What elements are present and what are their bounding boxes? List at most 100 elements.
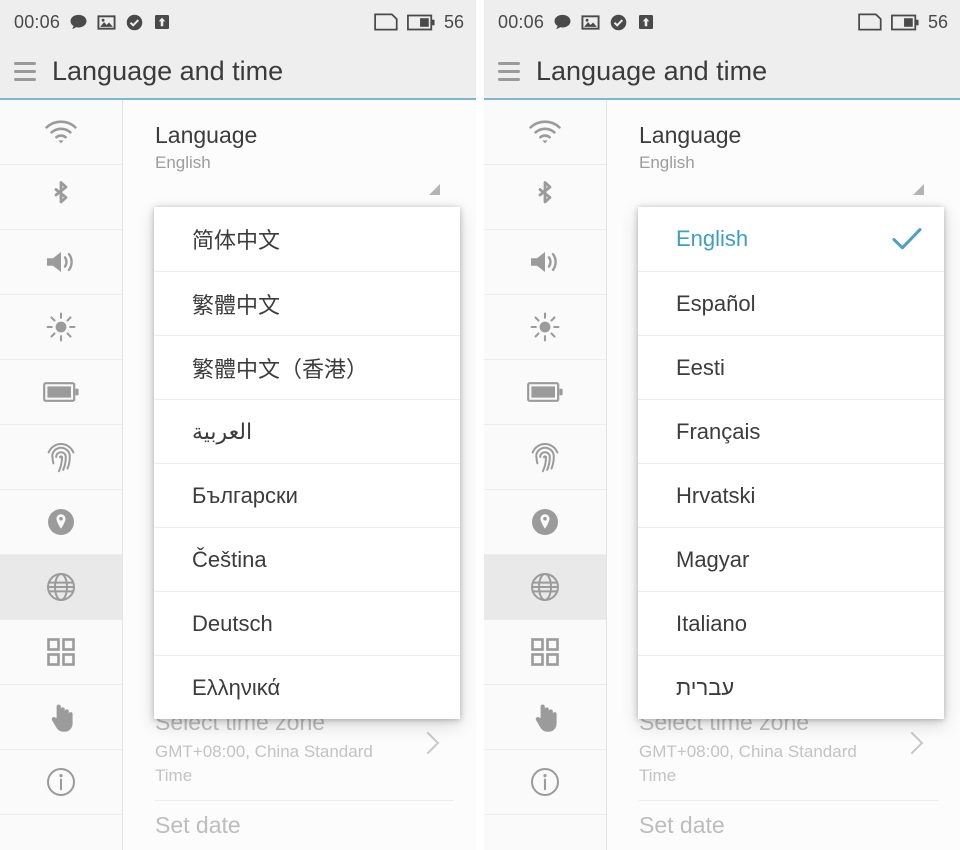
volume-icon <box>44 248 78 276</box>
phone-screen-left: 00:06 56 Language and time Language Engl… <box>0 0 476 850</box>
sidebar-item-about[interactable] <box>484 750 606 815</box>
brightness-icon <box>529 311 561 343</box>
location-pin-icon <box>46 507 76 537</box>
language-option[interactable]: Español <box>638 271 944 335</box>
timezone-value: GMT+08:00, China Standard Time <box>639 742 857 785</box>
panel-divider <box>476 0 480 850</box>
sidebar-item-language[interactable] <box>484 555 606 620</box>
sidebar-item-about[interactable] <box>0 750 122 815</box>
sidebar-item-battery[interactable] <box>484 360 606 425</box>
language-option-label: Magyar <box>676 546 750 572</box>
photo-icon <box>581 13 600 32</box>
language-dropdown-menu[interactable]: 简体中文繁體中文繁體中文（香港） العربية Български Čeština D… <box>154 207 460 719</box>
divider <box>639 800 938 801</box>
language-option[interactable]: Čeština <box>154 527 460 591</box>
language-label: Language <box>639 122 742 148</box>
language-option-label: Ελληνικά <box>192 674 281 700</box>
brightness-icon <box>45 311 77 343</box>
language-option[interactable]: 繁體中文 <box>154 271 460 335</box>
sidebar-item-fingerprint[interactable] <box>0 425 122 490</box>
sidebar-item-sound[interactable] <box>0 230 122 295</box>
language-setting-row[interactable]: Language English <box>155 100 476 195</box>
language-option-label: العربية <box>192 418 253 444</box>
timezone-setting-row[interactable]: Select time zone GMT+08:00, China Standa… <box>639 709 960 788</box>
language-option[interactable]: Eesti <box>638 335 944 399</box>
sidebar-item-sound[interactable] <box>484 230 606 295</box>
sidebar-item-bluetooth[interactable] <box>0 165 122 230</box>
divider <box>155 800 454 801</box>
language-option-label: Italiano <box>676 610 747 636</box>
language-option-label: English <box>676 226 749 251</box>
battery-icon <box>407 14 435 31</box>
hand-touch-icon <box>530 701 560 733</box>
status-bar: 00:06 56 <box>0 0 476 44</box>
sidebar-item-display[interactable] <box>0 295 122 360</box>
settings-icon-rail <box>0 100 123 850</box>
language-option[interactable]: Ελληνικά <box>154 655 460 719</box>
phone-screen-right: 00:06 56 Language and time Language Engl… <box>484 0 960 850</box>
language-option[interactable]: Magyar <box>638 527 944 591</box>
sidebar-item-location[interactable] <box>0 490 122 555</box>
sidebar-item-wifi[interactable] <box>0 100 122 165</box>
dropdown-triangle-icon[interactable] <box>913 184 924 195</box>
language-option[interactable]: Italiano <box>638 591 944 655</box>
sidebar-item-battery[interactable] <box>0 360 122 425</box>
fingerprint-icon <box>529 440 561 474</box>
date-setting-row[interactable]: Set date <box>155 812 476 839</box>
language-option[interactable]: Български <box>154 463 460 527</box>
hamburger-icon[interactable] <box>14 61 36 81</box>
sidebar-item-display[interactable] <box>484 295 606 360</box>
battery-icon <box>527 381 563 403</box>
sidebar-item-apps[interactable] <box>484 620 606 685</box>
language-option-label: 简体中文 <box>192 228 281 253</box>
battery-percent: 56 <box>927 11 948 32</box>
language-option[interactable]: 繁體中文（香港） <box>154 335 460 399</box>
language-option[interactable]: Deutsch <box>154 591 460 655</box>
apps-grid-icon <box>530 637 560 667</box>
language-option[interactable]: Français <box>638 399 944 463</box>
globe-icon <box>45 571 77 603</box>
photo-icon <box>97 13 116 32</box>
language-dropdown-menu[interactable]: English Español Eesti Français Hrvatski Magya… <box>638 207 944 719</box>
checkmark-icon <box>892 227 922 251</box>
dropdown-triangle-icon[interactable] <box>429 184 440 195</box>
date-setting-row[interactable]: Set date <box>639 812 960 839</box>
language-option-label: Čeština <box>192 546 267 572</box>
app-header: Language and time <box>484 44 960 98</box>
status-bar-left: 00:06 <box>498 12 655 33</box>
language-option-label: 繁體中文（香港） <box>192 356 369 382</box>
wifi-icon <box>528 119 562 145</box>
sidebar-item-fingerprint[interactable] <box>484 425 606 490</box>
language-option[interactable]: English <box>638 207 944 271</box>
language-option[interactable]: 简体中文 <box>154 207 460 271</box>
status-bar-left: 00:06 <box>14 12 171 33</box>
language-option[interactable]: العربية <box>154 399 460 463</box>
sidebar-item-wifi[interactable] <box>484 100 606 165</box>
language-option[interactable]: Hrvatski <box>638 463 944 527</box>
sidebar-item-bluetooth[interactable] <box>484 165 606 230</box>
info-circle-icon <box>45 766 77 798</box>
info-circle-icon <box>529 766 561 798</box>
bluetooth-icon <box>533 180 557 214</box>
status-clock: 00:06 <box>498 11 545 32</box>
sim-card-icon <box>858 13 882 31</box>
sidebar-item-apps[interactable] <box>0 620 122 685</box>
status-clock: 00:06 <box>14 11 61 32</box>
hand-touch-icon <box>46 701 76 733</box>
sidebar-item-language[interactable] <box>0 555 122 620</box>
check-circle-icon <box>609 13 628 32</box>
status-bar-right: 56 <box>858 12 948 33</box>
language-option-label: Hrvatski <box>676 482 756 508</box>
language-value: English <box>639 153 695 173</box>
globe-icon <box>529 571 561 603</box>
timezone-setting-row[interactable]: Select time zone GMT+08:00, China Standa… <box>155 709 476 788</box>
sidebar-item-gestures[interactable] <box>484 685 606 750</box>
hamburger-icon[interactable] <box>498 61 520 81</box>
page-title: Language and time <box>536 55 768 86</box>
language-setting-row[interactable]: Language English <box>639 100 960 195</box>
sidebar-item-gestures[interactable] <box>0 685 122 750</box>
volume-icon <box>528 248 562 276</box>
sidebar-item-location[interactable] <box>484 490 606 555</box>
wifi-icon <box>44 119 78 145</box>
language-option[interactable]: עברית <box>638 655 944 719</box>
